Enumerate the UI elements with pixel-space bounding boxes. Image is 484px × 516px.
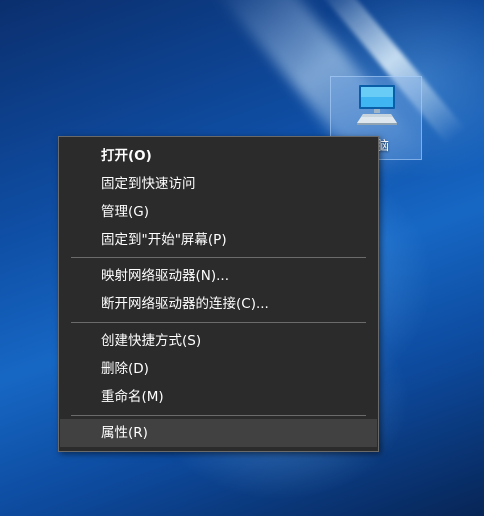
menu-item-pin-quick-access[interactable]: 固定到快速访问 [60, 170, 377, 198]
menu-item-manage[interactable]: 管理(G) [60, 198, 377, 226]
this-pc-icon [357, 85, 397, 125]
desktop[interactable]: 电脑 打开(O) 固定到快速访问 管理(G) 固定到"开始"屏幕(P) 映射网络… [0, 0, 484, 516]
context-menu: 打开(O) 固定到快速访问 管理(G) 固定到"开始"屏幕(P) 映射网络驱动器… [58, 136, 379, 452]
menu-item-properties[interactable]: 属性(R) [60, 419, 377, 447]
menu-item-rename[interactable]: 重命名(M) [60, 383, 377, 411]
menu-item-pin-start[interactable]: 固定到"开始"屏幕(P) [60, 226, 377, 254]
menu-item-create-shortcut[interactable]: 创建快捷方式(S) [60, 327, 377, 355]
menu-separator [71, 415, 366, 416]
menu-item-disconnect-network-drive[interactable]: 断开网络驱动器的连接(C)... [60, 290, 377, 318]
menu-separator [71, 322, 366, 323]
menu-item-map-network-drive[interactable]: 映射网络驱动器(N)... [60, 262, 377, 290]
menu-item-delete[interactable]: 删除(D) [60, 355, 377, 383]
menu-item-open[interactable]: 打开(O) [60, 142, 377, 170]
menu-separator [71, 257, 366, 258]
